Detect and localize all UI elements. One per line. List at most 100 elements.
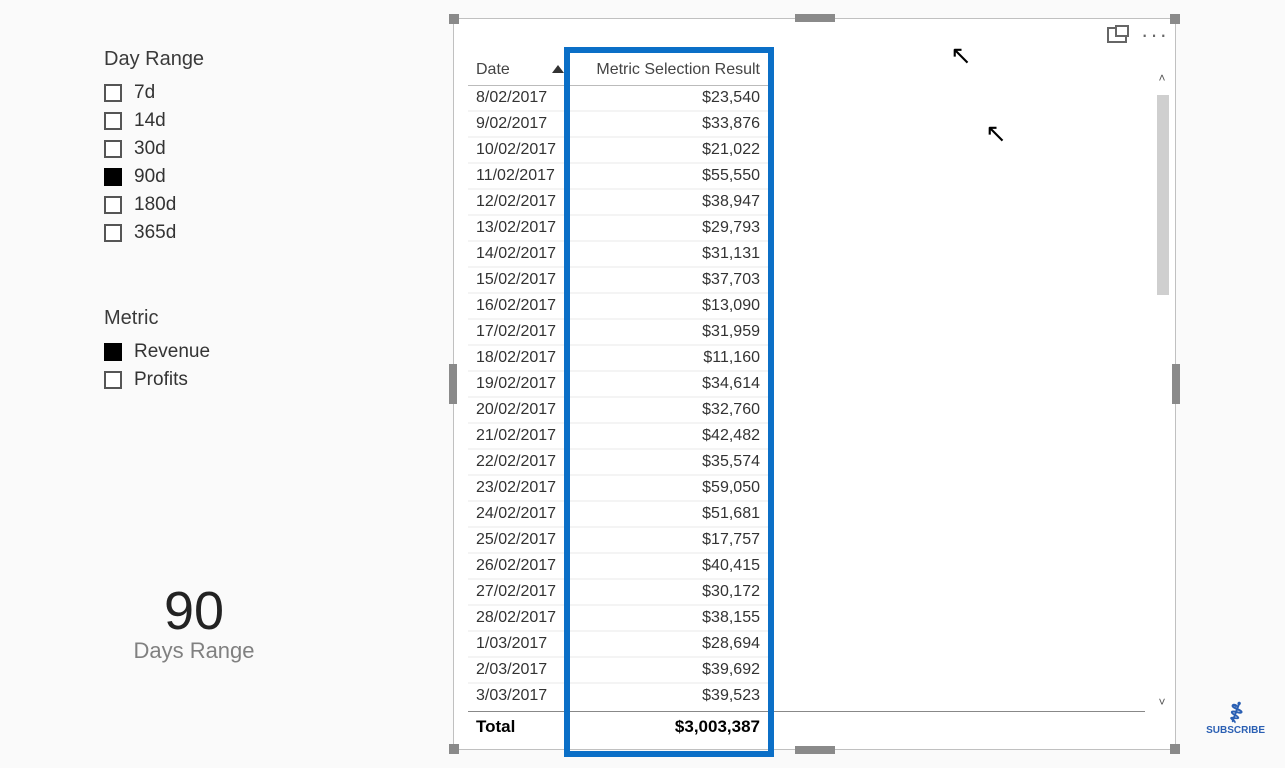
resize-handle[interactable] [1170,14,1180,24]
resize-handle[interactable] [449,744,459,754]
table-row[interactable]: 27/02/2017$30,172 [468,579,768,605]
column-header-metric[interactable]: Metric Selection Result [568,55,768,86]
days-range-card: 90 Days Range [104,580,284,664]
date-cell: 3/03/2017 [468,683,568,707]
date-cell: 8/02/2017 [468,86,568,112]
date-cell: 26/02/2017 [468,553,568,579]
table-row[interactable]: 3/03/2017$39,523 [468,683,768,707]
checkbox-icon[interactable] [104,196,122,214]
table-row[interactable]: 11/02/2017$55,550 [468,163,768,189]
checkbox-icon[interactable] [104,168,122,186]
table-row[interactable]: 24/02/2017$51,681 [468,501,768,527]
metric-title: Metric [104,307,364,330]
resize-handle[interactable] [1170,744,1180,754]
day-range-item[interactable]: 180d [104,191,364,219]
resize-handle[interactable] [1172,364,1180,404]
scroll-down-icon[interactable]: ˅ [1155,695,1169,709]
value-cell: $59,050 [568,475,768,501]
checkbox-icon[interactable] [104,140,122,158]
day-range-label: 180d [134,194,176,216]
date-cell: 23/02/2017 [468,475,568,501]
date-cell: 24/02/2017 [468,501,568,527]
value-cell: $35,574 [568,449,768,475]
table-visual-container[interactable]: ··· Date Metric Selection Result 8/02/20… [453,18,1176,750]
value-cell: $38,947 [568,189,768,215]
table-row[interactable]: 12/02/2017$38,947 [468,189,768,215]
date-cell: 16/02/2017 [468,293,568,319]
value-cell: $11,160 [568,345,768,371]
day-range-label: 14d [134,110,166,132]
date-cell: 25/02/2017 [468,527,568,553]
day-range-item[interactable]: 7d [104,79,364,107]
checkbox-icon[interactable] [104,224,122,242]
table-row[interactable]: 28/02/2017$38,155 [468,605,768,631]
table-row[interactable]: 19/02/2017$34,614 [468,371,768,397]
table-row[interactable]: 1/03/2017$28,694 [468,631,768,657]
card-value: 90 [104,580,284,642]
scroll-up-icon[interactable]: ˄ [1155,71,1169,85]
table-total-row: Total $3,003,387 [468,711,1145,741]
day-range-label: 30d [134,138,166,160]
table-row[interactable]: 17/02/2017$31,959 [468,319,768,345]
resize-handle[interactable] [795,14,835,22]
table-row[interactable]: 22/02/2017$35,574 [468,449,768,475]
date-cell: 17/02/2017 [468,319,568,345]
table-row[interactable]: 10/02/2017$21,022 [468,137,768,163]
day-range-label: 90d [134,166,166,188]
date-cell: 22/02/2017 [468,449,568,475]
value-cell: $38,155 [568,605,768,631]
day-range-item[interactable]: 365d [104,219,364,247]
table-row[interactable]: 18/02/2017$11,160 [468,345,768,371]
date-cell: 9/02/2017 [468,111,568,137]
checkbox-icon[interactable] [104,343,122,361]
value-cell: $55,550 [568,163,768,189]
value-cell: $31,131 [568,241,768,267]
card-label: Days Range [104,638,284,664]
table-row[interactable]: 2/03/2017$39,692 [468,657,768,683]
table-row[interactable]: 9/02/2017$33,876 [468,111,768,137]
table-row[interactable]: 13/02/2017$29,793 [468,215,768,241]
more-options-icon[interactable]: ··· [1141,27,1169,43]
table-row[interactable]: 25/02/2017$17,757 [468,527,768,553]
sort-asc-icon [552,65,564,73]
total-label: Total [468,717,578,737]
table-row[interactable]: 23/02/2017$59,050 [468,475,768,501]
scrollbar-thumb[interactable] [1157,95,1169,295]
date-cell: 19/02/2017 [468,371,568,397]
table-body-wrap: Date Metric Selection Result 8/02/2017$2… [468,55,1145,707]
column-header-date[interactable]: Date [468,55,568,86]
value-cell: $13,090 [568,293,768,319]
value-cell: $21,022 [568,137,768,163]
resize-handle[interactable] [795,746,835,754]
table-row[interactable]: 21/02/2017$42,482 [468,423,768,449]
checkbox-icon[interactable] [104,371,122,389]
day-range-item[interactable]: 90d [104,163,364,191]
checkbox-icon[interactable] [104,84,122,102]
table-row[interactable]: 14/02/2017$31,131 [468,241,768,267]
table-row[interactable]: 26/02/2017$40,415 [468,553,768,579]
table-row[interactable]: 20/02/2017$32,760 [468,397,768,423]
date-cell: 13/02/2017 [468,215,568,241]
metric-item[interactable]: Profits [104,366,364,394]
date-cell: 14/02/2017 [468,241,568,267]
table-row[interactable]: 16/02/2017$13,090 [468,293,768,319]
date-cell: 18/02/2017 [468,345,568,371]
date-cell: 1/03/2017 [468,631,568,657]
subscribe-badge: ⚕ SUBSCRIBE [1206,702,1265,736]
table-row[interactable]: 15/02/2017$37,703 [468,267,768,293]
resize-handle[interactable] [449,364,457,404]
value-cell: $37,703 [568,267,768,293]
focus-mode-icon[interactable] [1107,27,1127,43]
table-row[interactable]: 8/02/2017$23,540 [468,86,768,112]
day-range-item[interactable]: 30d [104,135,364,163]
day-range-label: 7d [134,82,155,104]
checkbox-icon[interactable] [104,112,122,130]
value-cell: $28,694 [568,631,768,657]
resize-handle[interactable] [449,14,459,24]
date-cell: 15/02/2017 [468,267,568,293]
date-cell: 20/02/2017 [468,397,568,423]
value-cell: $34,614 [568,371,768,397]
date-cell: 28/02/2017 [468,605,568,631]
metric-item[interactable]: Revenue [104,338,364,366]
day-range-item[interactable]: 14d [104,107,364,135]
